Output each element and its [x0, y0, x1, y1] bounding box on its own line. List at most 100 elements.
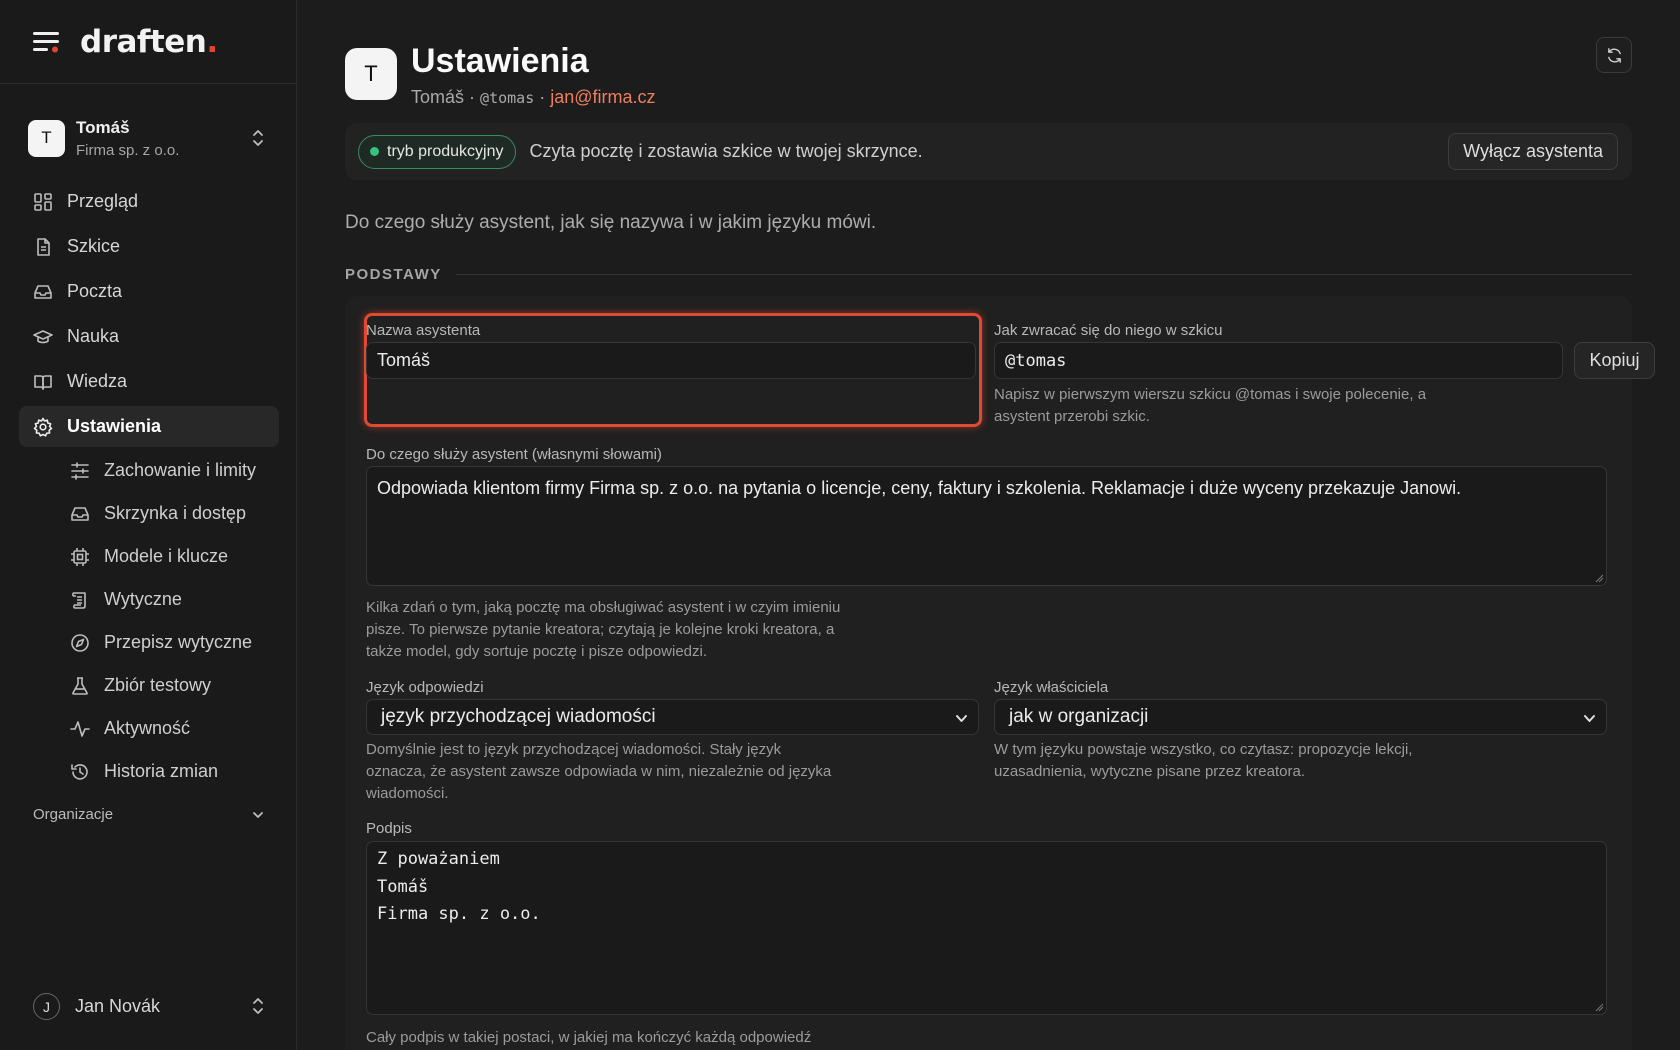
purpose-textarea[interactable]: Odpowiada klientom firmy Firma sp. z o.o…: [366, 466, 1607, 586]
nav-item-nauka[interactable]: Nauka: [19, 316, 279, 357]
separator: ·: [539, 87, 546, 107]
reply-language-select[interactable]: język przychodzącej wiadomości: [366, 699, 979, 735]
purpose-label: Do czego służy asystent (własnymi słowam…: [366, 446, 662, 463]
refresh-icon: [1607, 47, 1621, 63]
gear-icon: [33, 417, 53, 437]
nav-item-przeglad[interactable]: Przegląd: [19, 181, 279, 222]
account-avatar: T: [28, 119, 65, 157]
resize-handle-icon[interactable]: [1595, 574, 1604, 583]
basics-card: Nazwa asystenta Tomáš Jak zwracać się do…: [345, 296, 1655, 1050]
reply-language-value: język przychodzącej wiadomości: [381, 706, 656, 727]
signature-line: Tomáš: [377, 876, 429, 897]
assistant-name: Tomáš: [411, 87, 465, 107]
status-bar: tryb produkcyjny Czyta pocztę i zostawia…: [345, 123, 1632, 180]
user-name: Jan Novák: [75, 996, 161, 1016]
subnav-item-wytyczne[interactable]: Wytyczne: [19, 580, 279, 619]
chevron-down-icon: [253, 811, 263, 818]
assistant-name-input[interactable]: Tomáš: [366, 342, 976, 379]
reply-language-help-line: wiadomości.: [366, 785, 449, 802]
graduation-cap-icon: [33, 329, 53, 343]
sidebar: draften. T Tomáš Firma sp. z o.o. Przegl…: [0, 0, 297, 1050]
signature-line: Firma sp. z o.o.: [377, 904, 541, 924]
inbox-icon: [71, 506, 89, 521]
subnav-item-label: Aktywność: [104, 718, 191, 738]
purpose-text: Odpowiada klientom firmy Firma sp. z o.o…: [377, 478, 1462, 498]
grid-icon: [34, 192, 52, 211]
subnav-item-label: Wytyczne: [104, 589, 182, 609]
mention-help-line: asystent przerobi szkic.: [994, 408, 1150, 425]
book-icon: [34, 374, 52, 390]
nav-item-ustawienia[interactable]: Ustawienia: [19, 406, 279, 447]
purpose-help-line: pisze. To pierwsze pytanie kreatora; czy…: [366, 621, 835, 638]
nav-item-label: Nauka: [67, 326, 120, 346]
page-title: Ustawienia: [411, 42, 589, 80]
chip-icon: [71, 547, 89, 566]
separator: ·: [469, 87, 476, 107]
chevron-down-icon: [956, 715, 967, 722]
sliders-icon: [71, 461, 89, 480]
owner-language-select[interactable]: jak w organizacji: [994, 699, 1607, 735]
flask-icon: [72, 676, 88, 695]
user-menu[interactable]: J Jan Novák: [33, 993, 265, 1020]
page-header: T Ustawienia Tomáš · @tomas · jan@firma.…: [345, 41, 656, 108]
refresh-button[interactable]: [1596, 37, 1632, 73]
settings-subnav: Zachowanie i limity Skrzynka i dostęp Mo…: [19, 451, 279, 791]
subnav-item-historia[interactable]: Historia zmian: [19, 752, 279, 791]
mention-label: Jak zwracać się do niego w szkicu: [994, 322, 1223, 339]
brand-bar: draften.: [0, 0, 296, 84]
subnav-item-zachowanie[interactable]: Zachowanie i limity: [19, 451, 279, 490]
disable-assistant-button[interactable]: Wyłącz asystenta: [1448, 133, 1618, 170]
subnav-item-zbior[interactable]: Zbiór testowy: [19, 666, 279, 705]
history-icon: [71, 763, 88, 780]
nav-item-label: Wiedza: [67, 371, 128, 391]
assistant-name-label: Nazwa asystenta: [366, 322, 481, 339]
chevron-down-icon: [1584, 715, 1595, 722]
subnav-item-aktywnosc[interactable]: Aktywność: [19, 709, 279, 748]
assistant-avatar: T: [345, 48, 397, 100]
user-avatar: J: [33, 993, 60, 1020]
subnav-item-modele[interactable]: Modele i klucze: [19, 537, 279, 576]
logo[interactable]: draften.: [80, 24, 218, 60]
reply-language-label: Język odpowiedzi: [366, 679, 484, 696]
nav-item-label: Szkice: [67, 236, 121, 256]
mention-input[interactable]: @tomas: [994, 342, 1563, 379]
mention-help: Napisz w pierwszym wierszu szkicu @tomas…: [994, 384, 1426, 428]
account-org: Firma sp. z o.o.: [76, 141, 180, 159]
nav-item-poczta[interactable]: Poczta: [19, 271, 279, 312]
status-text: Czyta pocztę i zostawia szkice w twojej …: [529, 141, 923, 161]
inbox-icon: [34, 284, 52, 299]
subnav-item-label: Modele i klucze: [104, 546, 229, 566]
resize-handle-icon[interactable]: [1595, 1003, 1604, 1012]
subnav-item-label: Zachowanie i limity: [104, 460, 257, 480]
organizations-toggle[interactable]: Organizacje: [33, 806, 265, 823]
owner-language-help-line: uzasadnienia, wytyczne pisane przez krea…: [994, 763, 1306, 780]
document-icon: [37, 237, 50, 256]
status-badge-label: tryb produkcyjny: [387, 142, 504, 160]
subnav-item-przepisz[interactable]: Przepisz wytyczne: [19, 623, 279, 662]
chevrons-up-down-icon: [253, 130, 263, 146]
status-badge: tryb produkcyjny: [358, 134, 516, 169]
nav-item-label: Poczta: [67, 281, 123, 301]
menu-icon[interactable]: [33, 31, 60, 53]
subnav-item-skrzynka[interactable]: Skrzynka i dostęp: [19, 494, 279, 533]
account-name: Tomáš: [76, 117, 130, 137]
main-content: T Ustawienia Tomáš · @tomas · jan@firma.…: [298, 0, 1680, 1050]
purpose-help: Kilka zdań o tym, jaką pocztę ma obsługi…: [366, 597, 840, 663]
owner-language-label: Język właściciela: [994, 679, 1109, 696]
signature-help: Cały podpis w takiej postaci, w jakiej m…: [366, 1029, 812, 1046]
signature-label: Podpis: [366, 820, 412, 837]
section-header: PODSTAWY: [345, 266, 1632, 283]
subnav-item-label: Historia zmian: [104, 761, 219, 781]
owner-language-value: jak w organizacji: [1009, 706, 1149, 727]
account-switcher[interactable]: T Tomáš Firma sp. z o.o.: [28, 116, 271, 160]
nav-item-szkice[interactable]: Szkice: [19, 226, 279, 267]
nav-item-wiedza[interactable]: Wiedza: [19, 361, 279, 402]
copy-button[interactable]: Kopiuj: [1574, 342, 1655, 379]
subnav-item-label: Zbiór testowy: [104, 675, 212, 695]
signature-textarea[interactable]: Z poważaniem Tomáš Firma sp. z o.o.: [366, 841, 1607, 1015]
signature-line: Z poważaniem: [377, 849, 500, 869]
page-intro: Do czego służy asystent, jak się nazywa …: [345, 212, 877, 233]
scroll-icon: [72, 591, 86, 609]
owner-email-link[interactable]: jan@firma.cz: [550, 87, 655, 107]
purpose-help-line: także model, gdy sortuje pocztę i pisze …: [366, 643, 708, 660]
